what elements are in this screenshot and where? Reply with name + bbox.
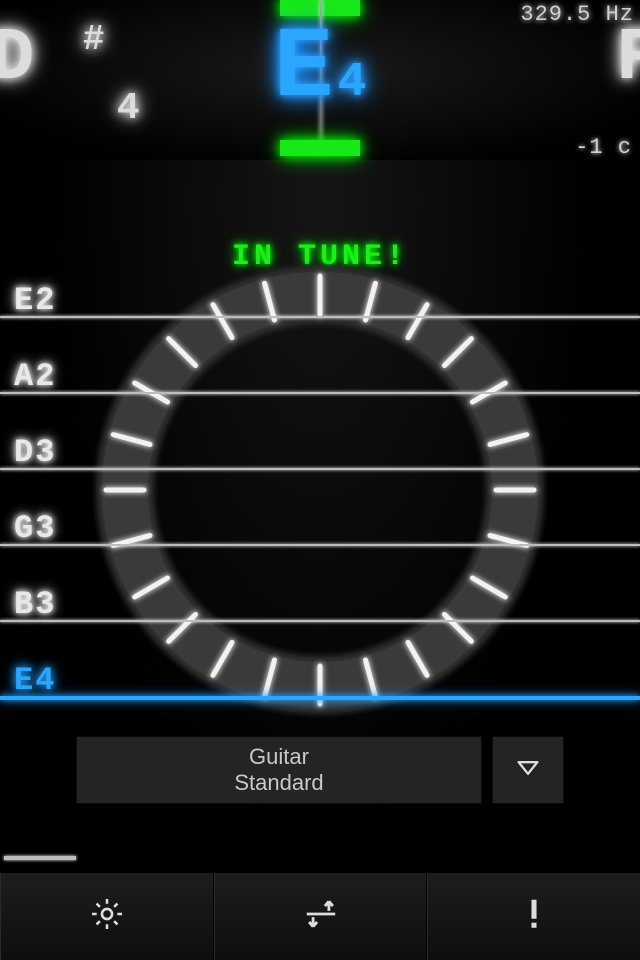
prev-note-accidental: # <box>83 22 105 58</box>
note-display: 329.5 Hz D # 4 E 4 F -1 c <box>0 0 640 160</box>
current-note-letter: E <box>274 20 334 120</box>
instrument-button[interactable]: Guitar Standard <box>76 736 482 804</box>
string-line <box>0 392 640 394</box>
string-row-b3[interactable]: B3 <box>0 604 640 680</box>
string-list: E2A2D3G3B3E4 <box>0 300 640 756</box>
next-note: F <box>616 22 640 96</box>
instrument-dropdown-button[interactable] <box>492 736 564 804</box>
chevron-down-icon <box>514 754 542 787</box>
string-row-a2[interactable]: A2 <box>0 376 640 452</box>
string-label: B3 <box>14 586 56 623</box>
string-label: D3 <box>14 434 56 471</box>
string-line <box>0 620 640 622</box>
string-line <box>0 696 640 700</box>
next-note-letter: F <box>616 17 640 101</box>
string-label: E4 <box>14 662 56 699</box>
gear-icon <box>88 895 126 938</box>
string-line <box>0 468 640 470</box>
indicator-bottom <box>280 140 360 156</box>
string-label: A2 <box>14 358 56 395</box>
instrument-selector: Guitar Standard <box>76 736 564 804</box>
string-line <box>0 544 640 546</box>
instrument-line1: Guitar <box>249 744 309 770</box>
string-row-e2[interactable]: E2 <box>0 300 640 376</box>
current-note-octave: 4 <box>338 56 367 110</box>
string-label: G3 <box>14 510 56 547</box>
string-label: E2 <box>14 282 56 319</box>
arrows-icon <box>302 895 340 938</box>
settings-button[interactable] <box>0 873 214 960</box>
string-line <box>0 316 640 318</box>
cents-readout: -1 c <box>575 135 632 160</box>
previous-note: D # 4 <box>0 22 172 96</box>
exclaim-icon <box>515 895 553 938</box>
info-button[interactable] <box>427 873 640 960</box>
string-row-g3[interactable]: G3 <box>0 528 640 604</box>
prev-note-letter: D <box>0 22 34 96</box>
gauge-area: IN TUNE! E2A2D3G3B3E4 <box>0 160 640 740</box>
prev-note-octave: 4 <box>117 90 140 128</box>
current-note: E 4 <box>274 20 367 120</box>
progress-indicator <box>4 856 76 860</box>
instrument-line2: Standard <box>234 770 323 796</box>
string-row-d3[interactable]: D3 <box>0 452 640 528</box>
bottom-nav <box>0 872 640 960</box>
tuning-mode-button[interactable] <box>214 873 428 960</box>
